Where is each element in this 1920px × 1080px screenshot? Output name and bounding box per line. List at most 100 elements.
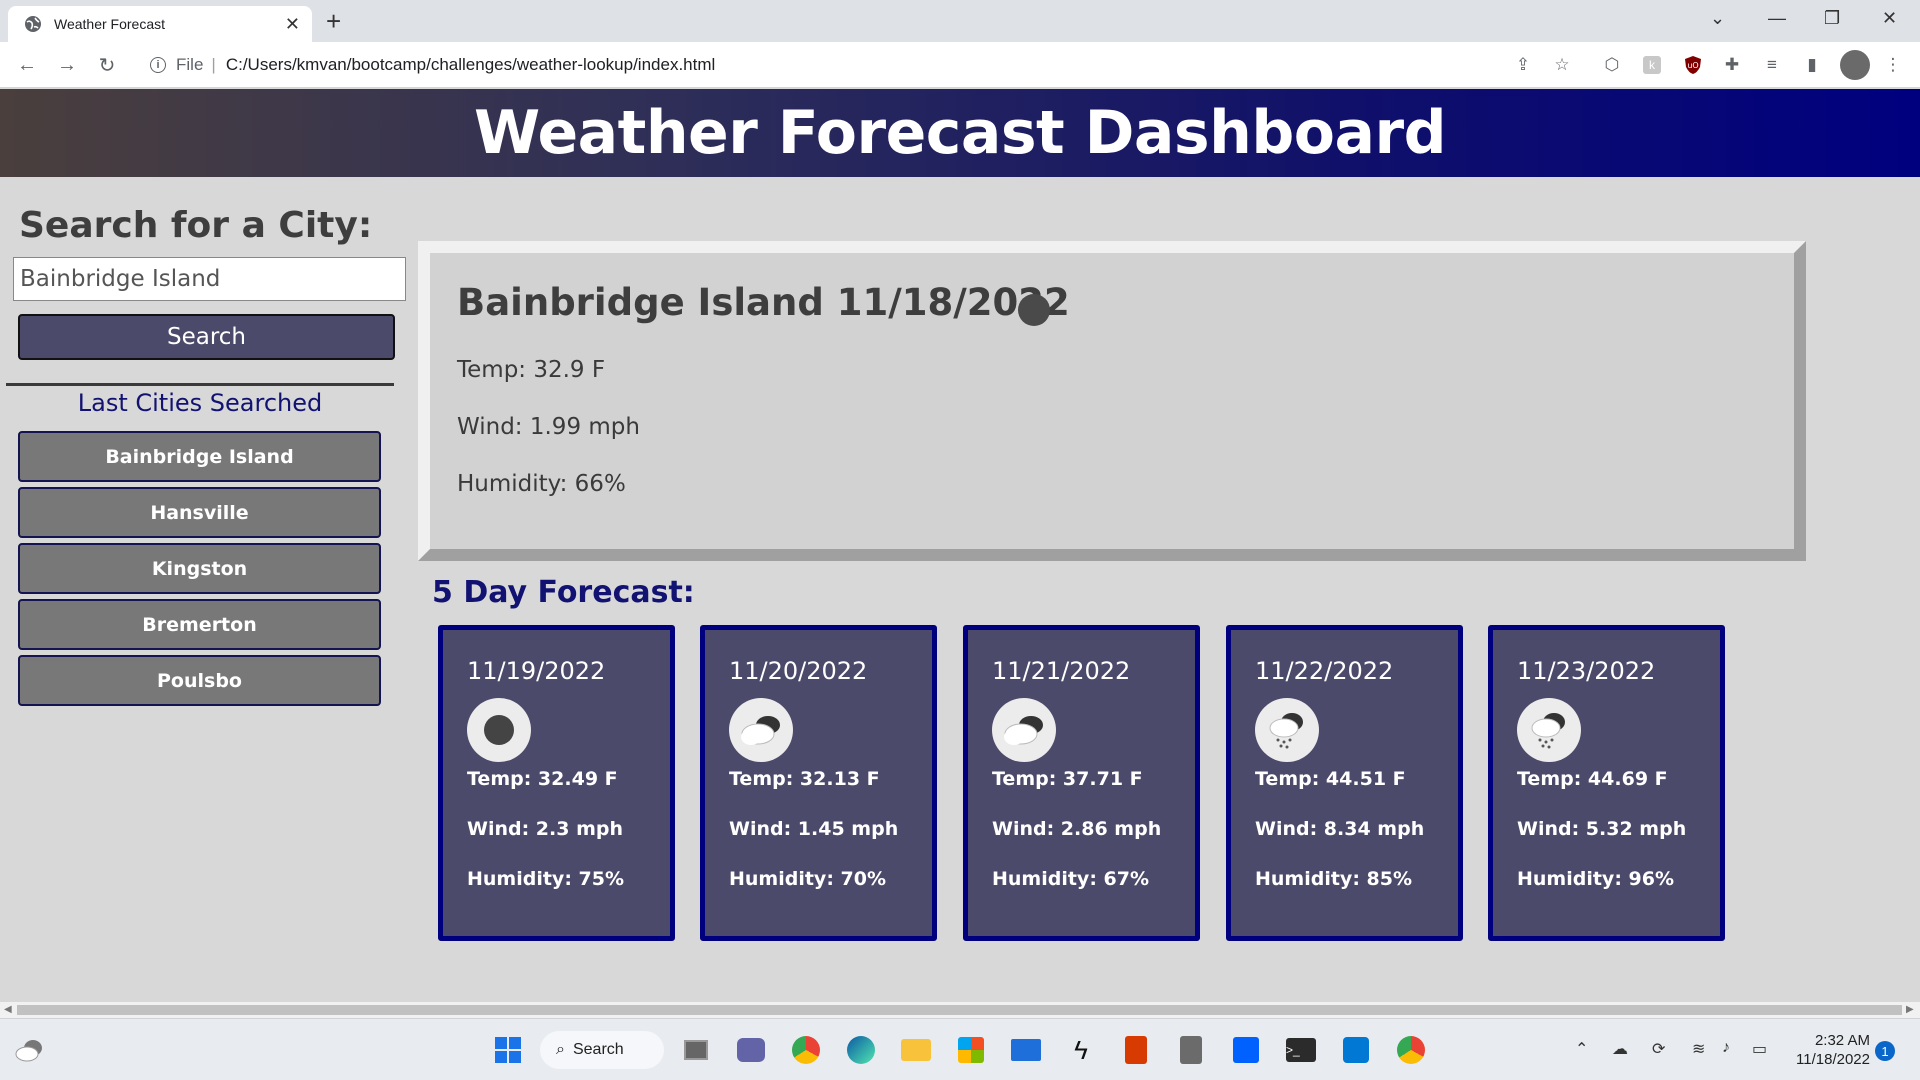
sync-icon[interactable]: ⟳ xyxy=(1652,1039,1665,1059)
forecast-wind: Wind: 5.32 mph xyxy=(1517,818,1687,840)
info-icon[interactable]: i xyxy=(150,57,166,73)
back-arrow-icon[interactable]: ← xyxy=(12,50,42,80)
search-icon: ⌕ xyxy=(556,1041,565,1058)
close-tab-icon[interactable]: ✕ xyxy=(285,15,300,33)
microsoft-store-icon[interactable] xyxy=(953,1032,989,1068)
bookmark-star-icon[interactable]: ☆ xyxy=(1551,54,1573,76)
mail-icon[interactable] xyxy=(1008,1032,1044,1068)
page-viewport: Weather Forecast Dashboard Search for a … xyxy=(0,89,1920,1002)
new-tab-button[interactable]: + xyxy=(326,6,341,36)
file-explorer-icon[interactable] xyxy=(898,1032,934,1068)
forward-arrow-icon[interactable]: → xyxy=(52,50,82,80)
ublock-shield-icon[interactable]: uO xyxy=(1682,54,1704,76)
scrollbar-thumb[interactable] xyxy=(17,1005,1902,1015)
history-title: Last Cities Searched xyxy=(77,389,323,417)
dropbox-icon[interactable] xyxy=(1228,1032,1264,1068)
clock-time: 2:32 AM xyxy=(1814,1032,1870,1049)
current-humidity: Humidity: 66% xyxy=(457,471,626,497)
url-scheme-label: File xyxy=(176,55,204,74)
task-view-icon[interactable] xyxy=(678,1032,714,1068)
forecast-wind: Wind: 2.86 mph xyxy=(992,818,1162,840)
teams-chat-icon[interactable] xyxy=(733,1032,769,1068)
forecast-card: 11/22/2022 Temp: 44.51 F Wind: 8.34 mph … xyxy=(1226,625,1463,941)
chrome-icon[interactable] xyxy=(788,1032,824,1068)
extension-cube-icon[interactable]: ⬡ xyxy=(1601,54,1623,76)
city-search-input[interactable] xyxy=(13,257,406,301)
vscode-icon[interactable] xyxy=(1338,1032,1374,1068)
svg-text:uO: uO xyxy=(1687,61,1698,70)
cloudy-icon xyxy=(992,698,1056,762)
profile-avatar[interactable] xyxy=(1840,50,1870,80)
history-city-button[interactable]: Bremerton xyxy=(18,599,381,650)
forecast-wind: Wind: 2.3 mph xyxy=(467,818,624,840)
browser-tab-strip: Weather Forecast ✕ + ⌄ — ❐ ✕ xyxy=(0,0,1920,42)
history-city-button[interactable]: Poulsbo xyxy=(18,655,381,706)
system-clock[interactable]: 2:32 AM 11/18/2022 xyxy=(1790,1031,1870,1069)
extension-k-icon[interactable]: k xyxy=(1641,54,1663,76)
browser-tab[interactable]: Weather Forecast ✕ xyxy=(8,6,312,42)
forecast-title: 5 Day Forecast: xyxy=(432,575,695,610)
side-panel-icon[interactable]: ▮ xyxy=(1801,54,1823,76)
history-city-button[interactable]: Kingston xyxy=(18,543,381,594)
windows-start-icon[interactable] xyxy=(490,1032,526,1068)
onedrive-cloud-icon[interactable]: ☁ xyxy=(1612,1039,1628,1059)
forecast-card: 11/20/2022 Temp: 32.13 F Wind: 1.45 mph … xyxy=(700,625,937,941)
scroll-right-arrow-icon[interactable]: ▶ xyxy=(1906,1004,1914,1015)
sidebar-divider xyxy=(6,383,394,386)
close-window-icon[interactable]: ✕ xyxy=(1882,8,1897,29)
battery-icon[interactable]: ▭ xyxy=(1752,1039,1767,1059)
current-city-date: Bainbridge Island 11/18/2022 xyxy=(457,281,1070,324)
forecast-humidity: Humidity: 70% xyxy=(729,868,887,890)
app-lightning-icon[interactable]: ϟ xyxy=(1063,1032,1099,1068)
scroll-left-arrow-icon[interactable]: ◀ xyxy=(4,1004,12,1015)
tab-search-chevron-icon[interactable]: ⌄ xyxy=(1710,8,1725,29)
notification-badge[interactable]: 1 xyxy=(1875,1041,1895,1061)
history-city-button[interactable]: Hansville xyxy=(18,487,381,538)
search-button[interactable]: Search xyxy=(18,314,395,360)
cloudy-icon xyxy=(729,698,793,762)
taskbar-search-label: Search xyxy=(572,1041,624,1058)
tab-title: Weather Forecast xyxy=(54,16,166,32)
show-hidden-icons-chevron-icon[interactable]: ⌃ xyxy=(1575,1039,1588,1059)
reload-icon[interactable]: ↻ xyxy=(92,50,122,80)
chrome-profile-icon[interactable] xyxy=(1393,1032,1429,1068)
forecast-date: 11/21/2022 xyxy=(992,657,1131,685)
page-header: Weather Forecast Dashboard xyxy=(0,89,1920,177)
menu-kebab-icon[interactable]: ⋮ xyxy=(1882,54,1904,76)
restore-icon[interactable]: ❐ xyxy=(1824,8,1840,29)
forecast-date: 11/22/2022 xyxy=(1255,657,1394,685)
history-city-button[interactable]: Bainbridge Island xyxy=(18,431,381,482)
rain-icon xyxy=(1517,698,1581,762)
forecast-temp: Temp: 37.71 F xyxy=(992,768,1143,790)
forecast-humidity: Humidity: 67% xyxy=(992,868,1150,890)
wifi-icon[interactable]: ≋ xyxy=(1692,1039,1705,1059)
forecast-humidity: Humidity: 96% xyxy=(1517,868,1675,890)
address-bar[interactable]: i File | C:/Users/kmvan/bootcamp/challen… xyxy=(138,48,1578,82)
search-title: Search for a City: xyxy=(19,205,373,246)
extensions-puzzle-icon[interactable]: ✚ xyxy=(1721,54,1743,76)
url-separator: | xyxy=(211,55,216,74)
reading-list-icon[interactable]: ≡ xyxy=(1761,54,1783,76)
taskbar: ⌕ Search ϟ >_ ⌃ ☁ ⟳ ≋ ♪ ▭ 2:32 AM 11/18/… xyxy=(0,1018,1920,1080)
clock-date: 11/18/2022 xyxy=(1796,1051,1870,1068)
minimize-icon[interactable]: — xyxy=(1768,8,1786,29)
forecast-date: 11/20/2022 xyxy=(729,657,868,685)
calculator-icon[interactable] xyxy=(1173,1032,1209,1068)
clear-night-icon xyxy=(467,698,531,762)
edge-icon[interactable] xyxy=(843,1032,879,1068)
page-title: Weather Forecast Dashboard xyxy=(473,98,1447,168)
taskbar-search[interactable]: ⌕ Search xyxy=(540,1031,664,1069)
share-icon[interactable]: ⇪ xyxy=(1512,54,1534,76)
forecast-card: 11/19/2022 Temp: 32.49 F Wind: 2.3 mph H… xyxy=(438,625,675,941)
url-text: C:/Users/kmvan/bootcamp/challenges/weath… xyxy=(225,55,716,74)
terminal-icon[interactable]: >_ xyxy=(1283,1032,1319,1068)
horizontal-scrollbar[interactable]: ◀ ▶ xyxy=(0,1002,1920,1018)
forecast-wind: Wind: 8.34 mph xyxy=(1255,818,1425,840)
forecast-card: 11/23/2022 Temp: 44.69 F Wind: 5.32 mph … xyxy=(1488,625,1725,941)
weather-widget-icon[interactable] xyxy=(12,1032,48,1068)
forecast-temp: Temp: 44.51 F xyxy=(1255,768,1406,790)
forecast-humidity: Humidity: 85% xyxy=(1255,868,1413,890)
globe-icon xyxy=(25,16,41,32)
office-icon[interactable] xyxy=(1118,1032,1154,1068)
volume-icon[interactable]: ♪ xyxy=(1722,1039,1730,1057)
